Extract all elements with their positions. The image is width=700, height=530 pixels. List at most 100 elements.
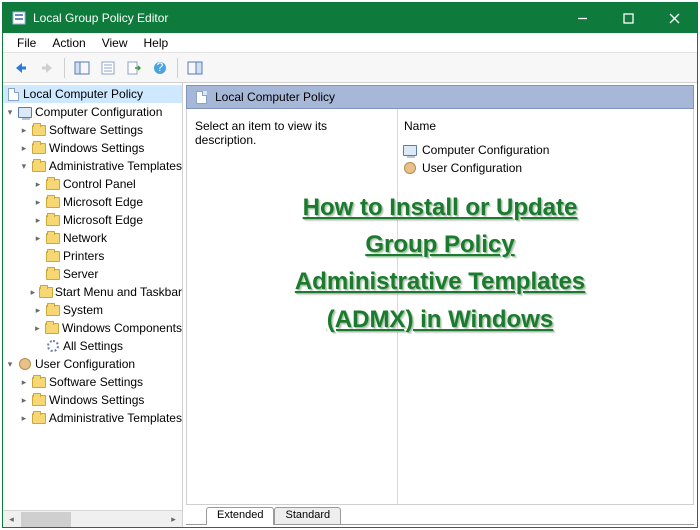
details-header: Local Computer Policy	[186, 85, 694, 109]
expand-icon[interactable]: ▸	[30, 323, 44, 334]
folder-icon	[45, 194, 61, 210]
folder-icon	[45, 302, 61, 318]
svg-text:?: ?	[157, 60, 164, 74]
tree-h-scrollbar[interactable]: ◂ ▸	[3, 510, 182, 527]
scroll-thumb[interactable]	[21, 512, 71, 527]
folder-icon	[44, 320, 60, 336]
export-button[interactable]	[122, 56, 146, 80]
user-icon	[17, 356, 33, 372]
policy-icon	[193, 89, 209, 105]
user-icon	[402, 160, 418, 176]
toolbar-separator	[64, 58, 65, 78]
folder-icon	[39, 284, 53, 300]
tree-node[interactable]: ▸Start Menu and Taskbar	[3, 283, 182, 301]
folder-icon	[45, 248, 61, 264]
computer-icon	[17, 104, 33, 120]
tree-view[interactable]: Local Computer Policy ▾ Computer Configu…	[3, 83, 182, 510]
app-icon	[11, 10, 27, 26]
tree-node[interactable]: ▸System	[3, 301, 182, 319]
tree-node-user-config[interactable]: ▾User Configuration	[3, 355, 182, 373]
details-body: Select an item to view its description. …	[186, 109, 694, 505]
forward-button[interactable]	[35, 56, 59, 80]
expand-icon[interactable]: ▸	[17, 395, 31, 406]
folder-icon	[31, 410, 47, 426]
filter-button[interactable]	[183, 56, 207, 80]
folder-icon	[31, 122, 47, 138]
tree-node-admin-templates[interactable]: ▾Administrative Templates	[3, 157, 182, 175]
minimize-button[interactable]	[559, 3, 605, 33]
help-button[interactable]: ?	[148, 56, 172, 80]
expand-icon[interactable]: ▸	[17, 143, 31, 154]
tree-node[interactable]: ▸Software Settings	[3, 121, 182, 139]
tree-node[interactable]: ▸Microsoft Edge	[3, 211, 182, 229]
expand-icon[interactable]: ▸	[17, 413, 31, 424]
title-bar[interactable]: Local Group Policy Editor	[3, 3, 697, 33]
list-item[interactable]: User Configuration	[402, 159, 689, 177]
expand-icon[interactable]: ▸	[17, 125, 31, 136]
expand-icon[interactable]: ▸	[31, 215, 45, 226]
folder-icon	[45, 230, 61, 246]
menu-help[interactable]: Help	[136, 35, 177, 51]
tab-extended[interactable]: Extended	[206, 507, 274, 525]
tree-node[interactable]: ▸Control Panel	[3, 175, 182, 193]
folder-icon	[31, 392, 47, 408]
show-hide-tree-button[interactable]	[70, 56, 94, 80]
tree-node[interactable]: Server	[3, 265, 182, 283]
folder-icon	[45, 266, 61, 282]
list-item[interactable]: Computer Configuration	[402, 141, 689, 159]
menu-action[interactable]: Action	[44, 35, 93, 51]
policy-icon	[5, 86, 21, 102]
window-title: Local Group Policy Editor	[33, 11, 559, 25]
close-button[interactable]	[651, 3, 697, 33]
computer-icon	[402, 142, 418, 158]
collapse-icon[interactable]: ▾	[3, 107, 17, 118]
expand-icon[interactable]: ▸	[31, 197, 45, 208]
tree-node[interactable]: ▸Windows Components	[3, 319, 182, 337]
app-window: Local Group Policy Editor File Action Vi…	[2, 2, 698, 528]
tree-node[interactable]: All Settings	[3, 337, 182, 355]
tree-node[interactable]: ▸Network	[3, 229, 182, 247]
tree-pane: Local Computer Policy ▾ Computer Configu…	[3, 83, 183, 527]
tree-node[interactable]: ▸Microsoft Edge	[3, 193, 182, 211]
expand-icon[interactable]: ▸	[27, 287, 39, 298]
back-button[interactable]	[9, 56, 33, 80]
tree-node[interactable]: Printers	[3, 247, 182, 265]
expand-icon[interactable]: ▸	[17, 377, 31, 388]
list-item-label: Computer Configuration	[422, 143, 549, 157]
scroll-right-icon[interactable]: ▸	[165, 511, 182, 527]
expand-icon[interactable]: ▸	[31, 179, 45, 190]
settings-icon	[45, 338, 61, 354]
menu-bar: File Action View Help	[3, 33, 697, 53]
list-item-label: User Configuration	[422, 161, 522, 175]
maximize-button[interactable]	[605, 3, 651, 33]
tree-node[interactable]: ▸Software Settings	[3, 373, 182, 391]
folder-icon	[31, 374, 47, 390]
window-buttons	[559, 3, 697, 33]
menu-view[interactable]: View	[94, 35, 136, 51]
tree-node[interactable]: ▸Administrative Templates	[3, 409, 182, 427]
scroll-left-icon[interactable]: ◂	[3, 511, 20, 527]
expand-icon[interactable]: ▸	[31, 233, 45, 244]
properties-button[interactable]	[96, 56, 120, 80]
tree-node[interactable]: ▸Windows Settings	[3, 139, 182, 157]
tab-standard[interactable]: Standard	[274, 507, 341, 525]
menu-file[interactable]: File	[9, 35, 44, 51]
collapse-icon[interactable]: ▾	[17, 161, 31, 172]
tree-node[interactable]: ▸Windows Settings	[3, 391, 182, 409]
column-header-name[interactable]: Name	[402, 115, 689, 141]
tree-node-computer-config[interactable]: ▾ Computer Configuration	[3, 103, 182, 121]
tree-root[interactable]: Local Computer Policy	[3, 85, 182, 103]
folder-icon	[31, 158, 47, 174]
scroll-track[interactable]	[20, 511, 165, 527]
collapse-icon[interactable]: ▾	[3, 359, 17, 370]
folder-icon	[45, 212, 61, 228]
details-title: Local Computer Policy	[215, 90, 335, 104]
overlay-title: How to Install or Update Group Policy Ad…	[187, 189, 693, 338]
details-pane: Local Computer Policy Select an item to …	[183, 83, 697, 527]
body-split: Local Computer Policy ▾ Computer Configu…	[3, 83, 697, 527]
toolbar: ?	[3, 53, 697, 83]
folder-icon	[31, 140, 47, 156]
view-tabs: Extended Standard	[186, 505, 694, 525]
toolbar-separator	[177, 58, 178, 78]
expand-icon[interactable]: ▸	[31, 305, 45, 316]
